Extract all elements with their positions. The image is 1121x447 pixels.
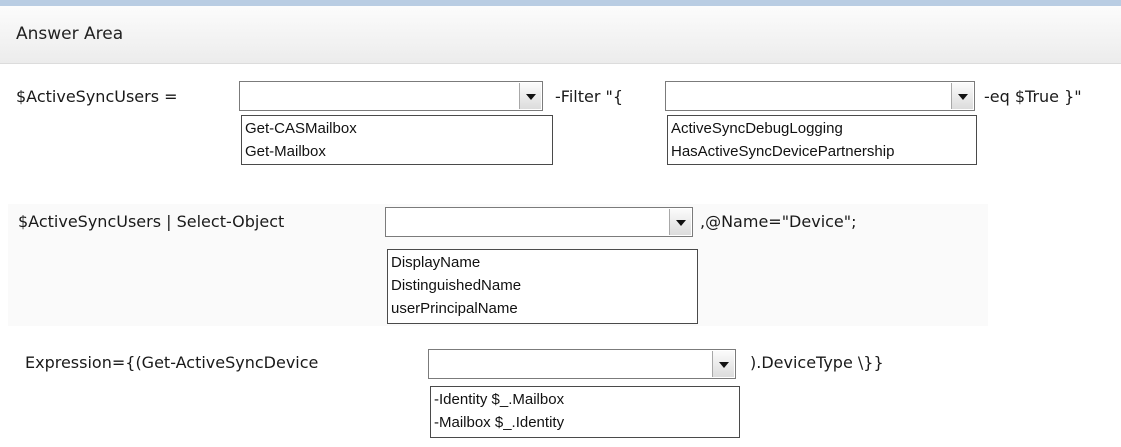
chevron-down-icon (526, 94, 536, 100)
chevron-down-icon (719, 362, 729, 368)
identity-parameter-dropdown-button[interactable] (712, 351, 734, 377)
list-item[interactable]: HasActiveSyncDevicePartnership (671, 140, 973, 163)
filter-property-dropdown[interactable] (665, 81, 975, 111)
select-property-options-list: DisplayName DistinguishedName userPrinci… (387, 249, 698, 324)
filter-property-options-list: ActiveSyncDebugLogging HasActiveSyncDevi… (667, 115, 977, 165)
list-item[interactable]: Get-CASMailbox (245, 117, 549, 140)
answer-area-header: Answer Area (0, 6, 1121, 64)
line1-prefix: $ActiveSyncUsers = (16, 87, 178, 106)
line1-suffix: -eq $True }" (984, 87, 1082, 106)
list-item[interactable]: DistinguishedName (391, 274, 694, 297)
line2-prefix: $ActiveSyncUsers | Select-Object (18, 212, 285, 231)
answer-area-title: Answer Area (16, 24, 124, 44)
select-property-dropdown-button[interactable] (669, 209, 691, 235)
chevron-down-icon (958, 94, 968, 100)
select-property-dropdown[interactable] (385, 207, 693, 237)
filter-property-dropdown-button[interactable] (951, 83, 973, 109)
chevron-down-icon (676, 220, 686, 226)
line1-filter-text: -Filter "{ (555, 87, 624, 106)
cmdlet-dropdown[interactable] (239, 81, 543, 111)
list-item[interactable]: userPrincipalName (391, 297, 694, 320)
list-item[interactable]: -Mailbox $_.Identity (434, 411, 736, 434)
list-item[interactable]: DisplayName (391, 251, 694, 274)
identity-parameter-options-list: -Identity $_.Mailbox -Mailbox $_.Identit… (430, 386, 740, 438)
line3-suffix: ).DeviceType \}} (750, 353, 884, 372)
list-item[interactable]: -Identity $_.Mailbox (434, 388, 736, 411)
list-item[interactable]: ActiveSyncDebugLogging (671, 117, 973, 140)
cmdlet-options-list: Get-CASMailbox Get-Mailbox (241, 115, 553, 165)
identity-parameter-dropdown[interactable] (428, 349, 736, 379)
cmdlet-dropdown-button[interactable] (519, 83, 541, 109)
list-item[interactable]: Get-Mailbox (245, 140, 549, 163)
line3-prefix: Expression={(Get-ActiveSyncDevice (25, 353, 319, 372)
line2-suffix: ,@Name="Device"; (700, 212, 857, 231)
